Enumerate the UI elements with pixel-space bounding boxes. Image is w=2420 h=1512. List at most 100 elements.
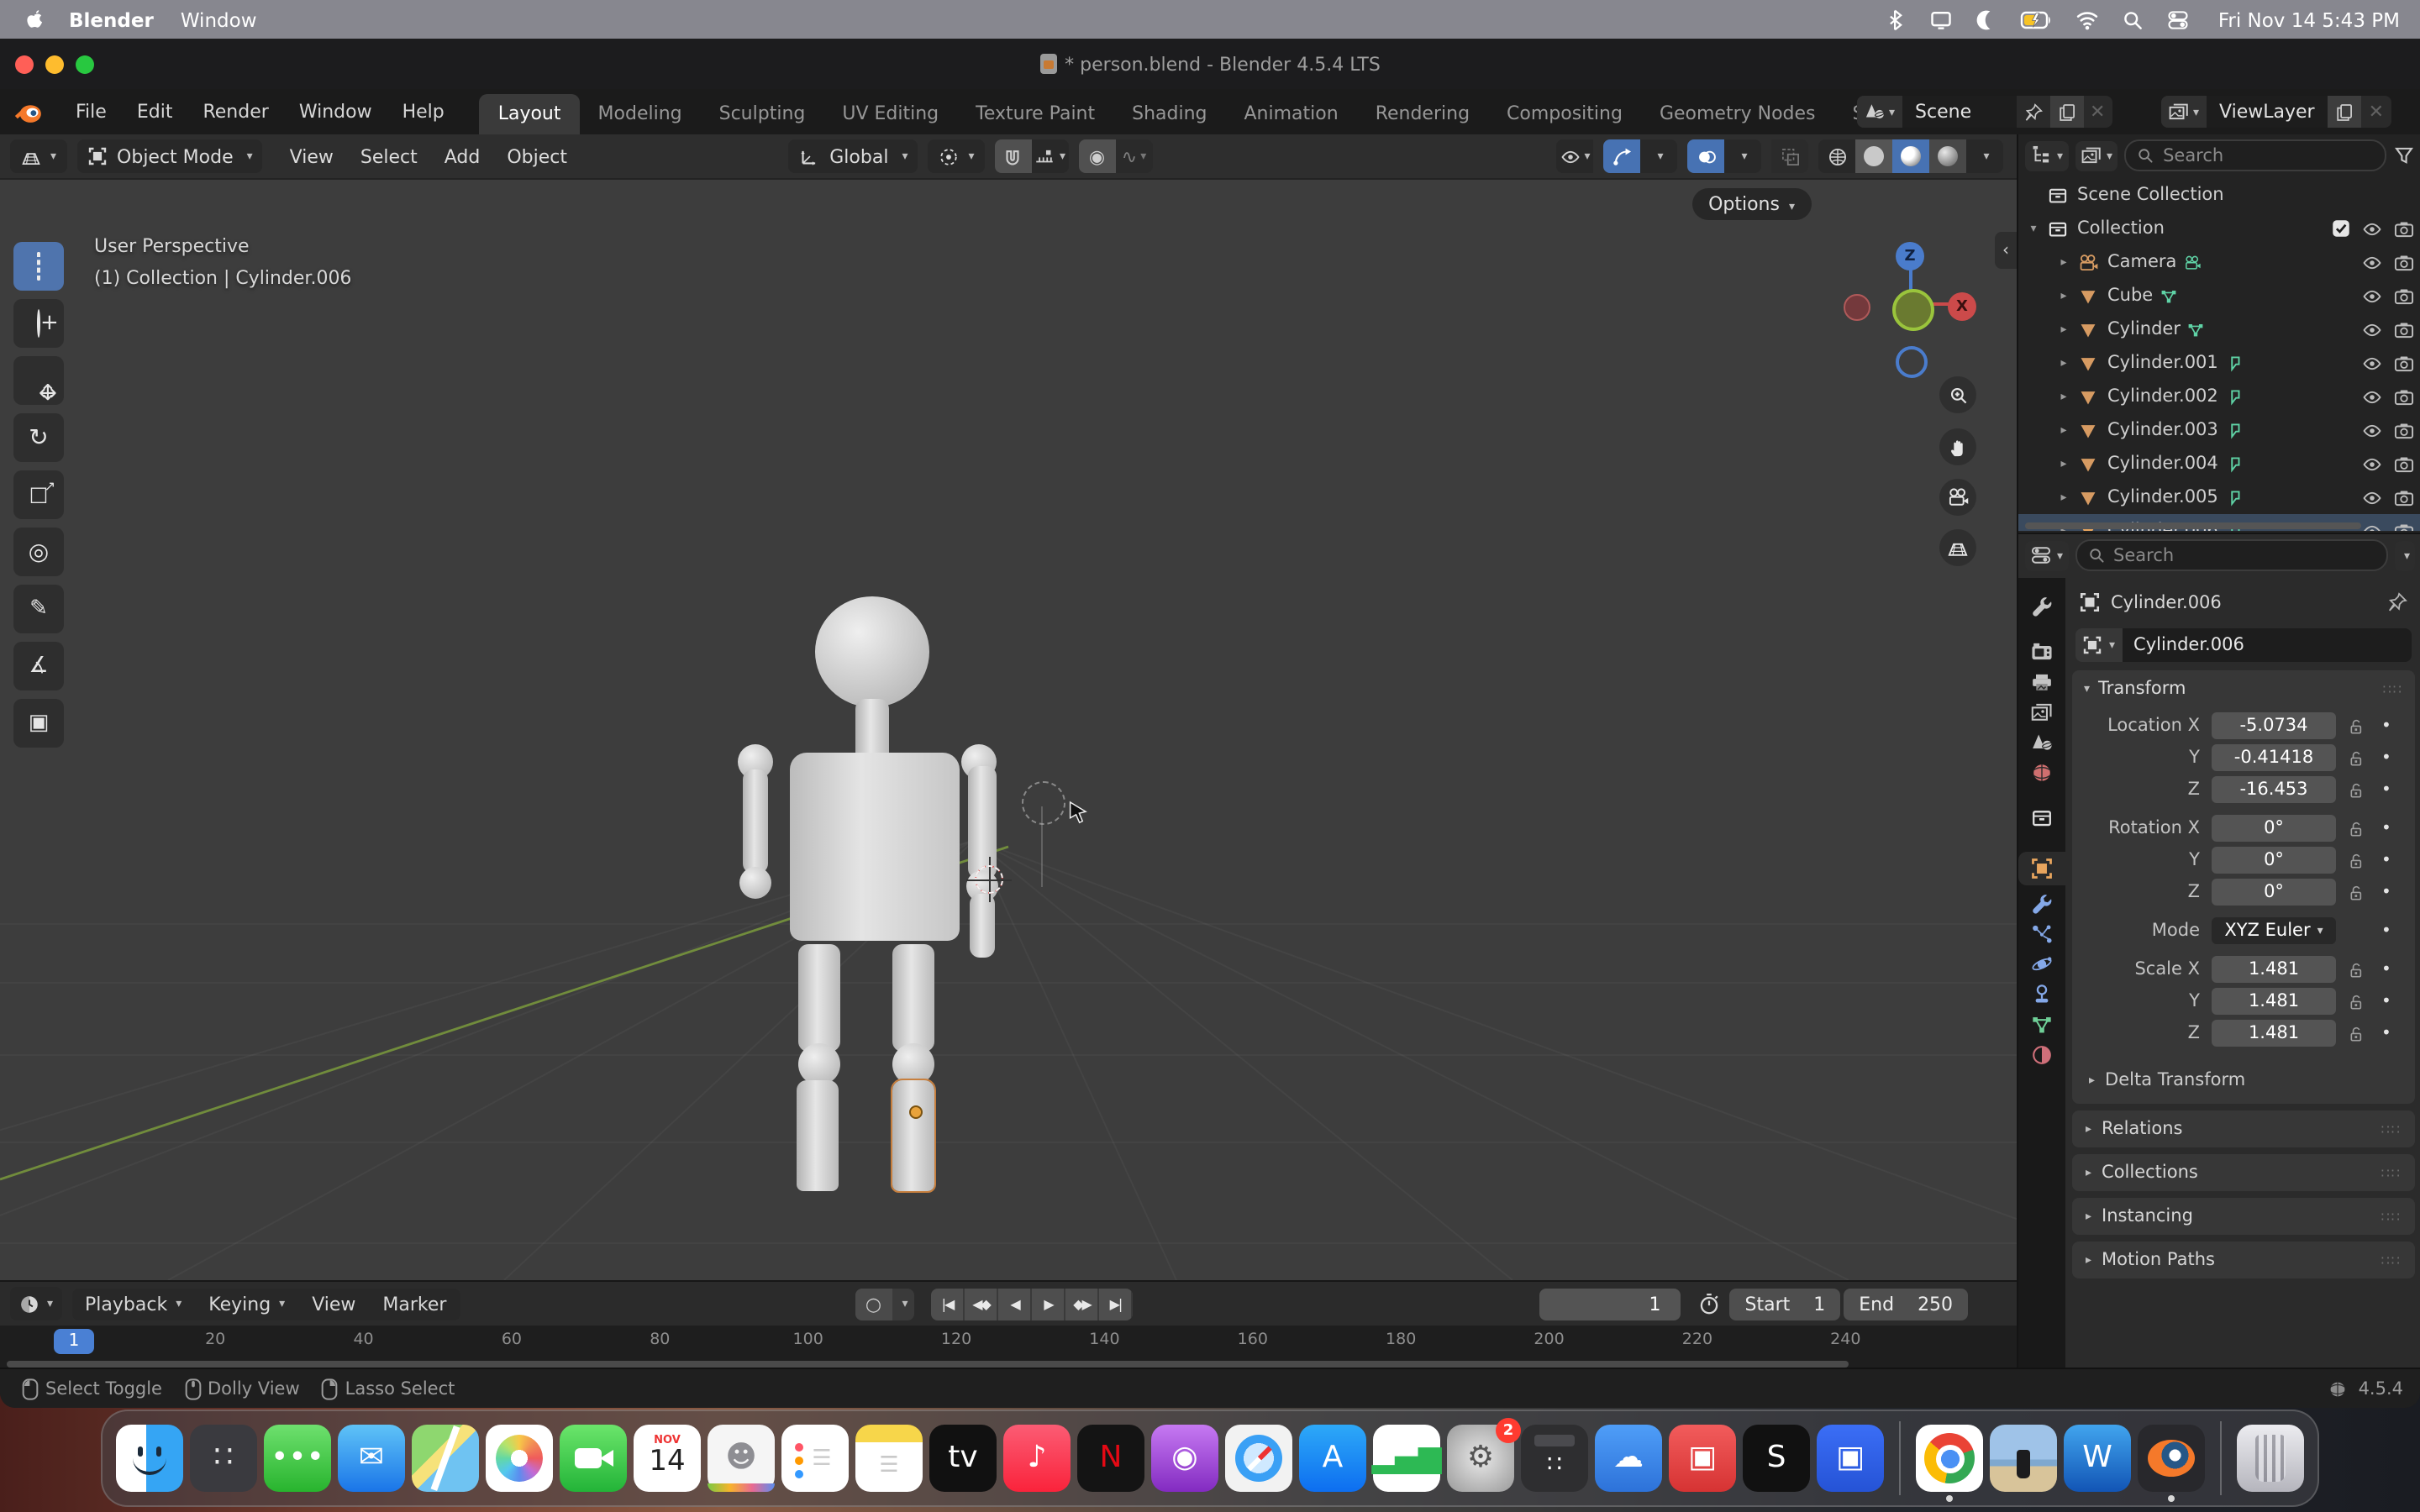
battery-icon[interactable] bbox=[2020, 8, 2054, 31]
expand-icon[interactable]: ▾ bbox=[2025, 222, 2042, 235]
dock-notes[interactable]: ☰ bbox=[855, 1425, 923, 1492]
row-scene-collection[interactable]: Scene Collection bbox=[2018, 178, 2420, 212]
hide-in-viewport-icon[interactable] bbox=[2361, 486, 2383, 508]
workspace-tab[interactable]: Rendering bbox=[1357, 94, 1488, 134]
transform-value-field[interactable]: 0°▾ bbox=[2212, 879, 2336, 906]
delete-viewlayer-icon[interactable]: ✕ bbox=[2362, 96, 2391, 128]
disable-in-render-icon[interactable] bbox=[2393, 520, 2415, 531]
dock-chrome[interactable] bbox=[1916, 1425, 1983, 1492]
play-reverse[interactable]: ◀ bbox=[999, 1288, 1033, 1320]
scene-selector[interactable]: ▾ Scene ✕ bbox=[1857, 96, 2112, 128]
animate-dot[interactable]: • bbox=[2381, 960, 2391, 979]
outliner-filter-icon[interactable] bbox=[2393, 144, 2415, 166]
tab-tool[interactable] bbox=[2018, 595, 2065, 618]
expand-icon[interactable]: ▸ bbox=[2055, 491, 2072, 504]
properties-search-input[interactable]: Search bbox=[2075, 539, 2389, 571]
row-collection[interactable]: ▾ Collection bbox=[2018, 212, 2420, 245]
tab-scene[interactable] bbox=[2018, 731, 2065, 754]
moon-icon[interactable] bbox=[1975, 8, 1998, 31]
transform-value-field[interactable]: XYZ Euler▾ bbox=[2212, 917, 2336, 944]
dock-launchpad[interactable]: ∷ bbox=[190, 1425, 257, 1492]
snap-toggle[interactable] bbox=[995, 139, 1032, 173]
axis-x-ball[interactable]: X bbox=[1948, 292, 1976, 321]
row-cube[interactable]: ▸ Cube bbox=[2018, 279, 2420, 312]
shading-rendered-button[interactable] bbox=[1929, 139, 1966, 173]
camera-view-icon[interactable] bbox=[1939, 479, 1976, 516]
pin-icon[interactable] bbox=[2016, 96, 2049, 128]
topbar-menu[interactable]: Render bbox=[187, 94, 283, 129]
zoom-view-icon[interactable] bbox=[1939, 376, 1976, 413]
row-cylinder-004[interactable]: ▸ Cylinder.004 bbox=[2018, 447, 2420, 480]
window-titlebar[interactable]: * person.blend - Blender 4.5.4 LTS bbox=[0, 39, 2420, 91]
topbar-menu[interactable]: Window bbox=[284, 94, 387, 129]
panel-collections[interactable]: ▸Collections∷∷ bbox=[2072, 1154, 2415, 1191]
snap-settings-dropdown[interactable]: ▾ bbox=[1032, 139, 1069, 173]
tool-measure[interactable] bbox=[13, 642, 64, 690]
lock-icon[interactable] bbox=[2346, 819, 2365, 837]
shading-wireframe-button[interactable] bbox=[1818, 139, 1855, 173]
overlays-dropdown[interactable]: ▾ bbox=[1724, 139, 1761, 173]
orientation-dropdown[interactable]: Global▾ bbox=[787, 139, 918, 173]
figure-left-thigh[interactable] bbox=[798, 944, 840, 1052]
row-cylinder-001[interactable]: ▸ Cylinder.001 bbox=[2018, 346, 2420, 380]
shading-material-button[interactable] bbox=[1892, 139, 1929, 173]
shading-solid-button[interactable] bbox=[1855, 139, 1892, 173]
playhead[interactable]: 1 bbox=[54, 1329, 94, 1354]
delta-transform-row[interactable]: ▸Delta Transform bbox=[2072, 1058, 2415, 1104]
rotate-gizmo-circle[interactable] bbox=[1022, 781, 1065, 825]
jump-to-start[interactable]: |◀ bbox=[932, 1288, 965, 1320]
pan-view-icon[interactable] bbox=[1939, 428, 1976, 465]
row-cylinder[interactable]: ▸ Cylinder bbox=[2018, 312, 2420, 346]
viewport-menu[interactable]: Select bbox=[347, 140, 431, 172]
disable-in-render-icon[interactable] bbox=[2393, 419, 2415, 441]
timeline-menu[interactable]: Keying▾ bbox=[195, 1288, 298, 1320]
timeline-scrollbar[interactable] bbox=[7, 1361, 1849, 1368]
dock-app-store[interactable]: A bbox=[1299, 1425, 1366, 1492]
tab-physics[interactable] bbox=[2018, 953, 2065, 976]
options-button[interactable]: Options ▾ bbox=[1691, 188, 1812, 220]
dock-separator-2[interactable] bbox=[2220, 1421, 2222, 1495]
animate-dot[interactable]: • bbox=[2381, 1024, 2391, 1042]
dock-separator-1[interactable] bbox=[1899, 1421, 1901, 1495]
hide-in-viewport-icon[interactable] bbox=[2361, 520, 2383, 531]
delete-scene-icon[interactable]: ✕ bbox=[2083, 96, 2112, 128]
visibility-dropdown[interactable]: ▾ bbox=[1556, 139, 1593, 173]
dock-podcasts[interactable]: ◉ bbox=[1151, 1425, 1218, 1492]
topbar-menu[interactable]: Help bbox=[387, 94, 460, 129]
disable-in-render-icon[interactable] bbox=[2393, 486, 2415, 508]
dock-music[interactable]: ♪ bbox=[1003, 1425, 1071, 1492]
viewport-menu[interactable]: View bbox=[276, 140, 347, 172]
dock-tv[interactable]: tv bbox=[929, 1425, 997, 1492]
transform-value-field[interactable]: -0.41418▾ bbox=[2212, 744, 2336, 771]
row-cylinder-005[interactable]: ▸ Cylinder.005 bbox=[2018, 480, 2420, 514]
timeline-menu[interactable]: Playback▾ bbox=[71, 1288, 195, 1320]
tab-modifiers[interactable] bbox=[2018, 892, 2065, 916]
lock-icon[interactable] bbox=[2346, 851, 2365, 869]
transform-value-field[interactable]: 1.481▾ bbox=[2212, 956, 2336, 983]
axis-x-neg-ball[interactable] bbox=[1844, 294, 1870, 321]
axis-z-neg-ball[interactable] bbox=[1896, 346, 1928, 378]
dock-calculator[interactable]: ∷ bbox=[1521, 1425, 1588, 1492]
workspace-tab[interactable]: Layout bbox=[480, 94, 580, 134]
tool-move[interactable] bbox=[13, 356, 64, 405]
timeline-ruler[interactable]: 20406080100120140160180200220240 1 bbox=[0, 1326, 2017, 1371]
viewport-menu[interactable]: Object bbox=[493, 140, 581, 172]
axis-y-ball[interactable] bbox=[1892, 289, 1934, 331]
figure-right-forearm[interactable] bbox=[970, 894, 995, 958]
lock-icon[interactable] bbox=[2346, 960, 2365, 979]
transform-value-field[interactable]: -5.0734▾ bbox=[2212, 712, 2336, 739]
animate-dot[interactable]: • bbox=[2381, 992, 2391, 1011]
disable-in-render-icon[interactable] bbox=[2393, 285, 2415, 307]
transform-panel-header[interactable]: ▾Transform∷∷ bbox=[2072, 670, 2415, 707]
figure-right-knee[interactable] bbox=[892, 1043, 934, 1085]
viewlayer-icon[interactable]: ▾ bbox=[2161, 96, 2206, 128]
falloff-dropdown[interactable]: ∿▾ bbox=[1116, 139, 1153, 173]
disable-in-render-icon[interactable] bbox=[2393, 218, 2415, 239]
transform-value-field[interactable]: -16.453▾ bbox=[2212, 776, 2336, 803]
play[interactable]: ▶ bbox=[1033, 1288, 1066, 1320]
object-name-field[interactable]: ▾ Cylinder.006 bbox=[2075, 628, 2412, 662]
gizmo-dropdown[interactable]: ▾ bbox=[1640, 139, 1677, 173]
overlays-toggle[interactable] bbox=[1687, 139, 1724, 173]
hide-in-viewport-icon[interactable] bbox=[2361, 218, 2383, 239]
hide-in-viewport-icon[interactable] bbox=[2361, 453, 2383, 475]
